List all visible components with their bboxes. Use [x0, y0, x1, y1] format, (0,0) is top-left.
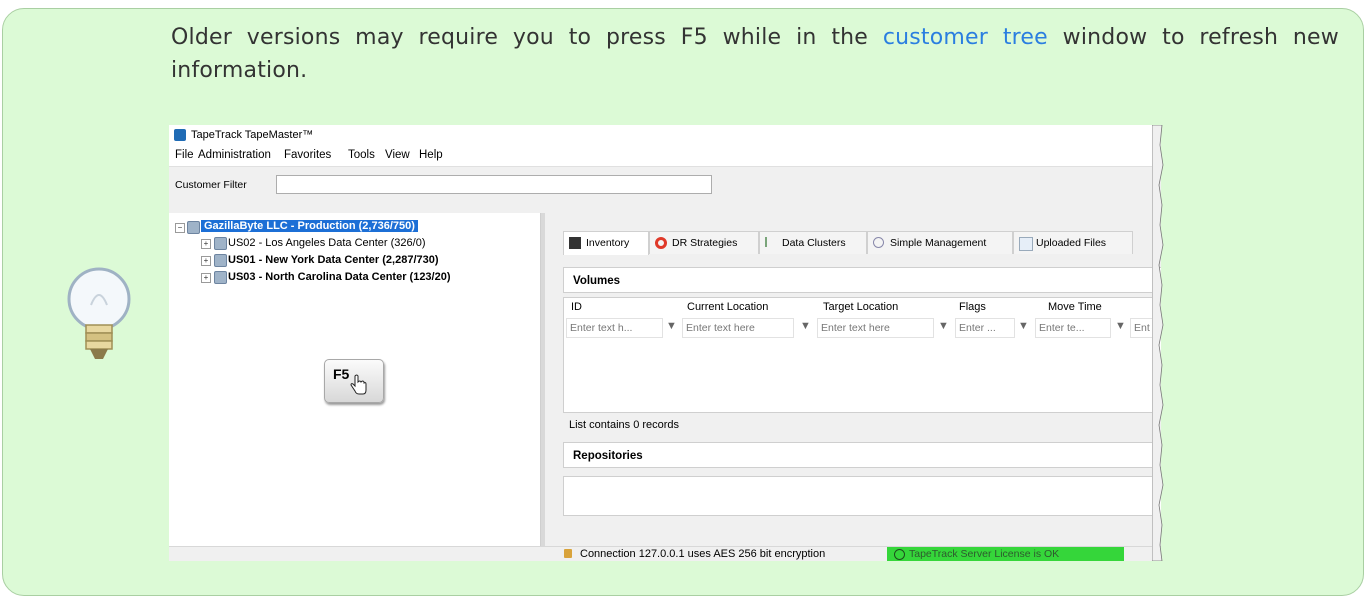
- tab-uploaded-files[interactable]: Uploaded Files: [1013, 231, 1133, 254]
- tab-simple-management[interactable]: Simple Management: [867, 231, 1013, 254]
- tab-data-clusters[interactable]: Data Clusters: [759, 231, 867, 254]
- menu-favorites[interactable]: Favorites: [284, 149, 331, 161]
- column-flags[interactable]: Flags: [959, 301, 986, 313]
- tab-dr-strategies[interactable]: DR Strategies: [649, 231, 759, 254]
- tree-collapse-toggle[interactable]: −: [175, 223, 185, 233]
- tab-label: Inventory: [586, 237, 630, 249]
- inventory-icon: [569, 237, 581, 249]
- lightbulb-icon: [67, 267, 131, 359]
- tab-inventory[interactable]: Inventory: [563, 231, 649, 255]
- app-icon: [174, 129, 186, 141]
- license-status-text: TapeTrack Server License is OK: [909, 548, 1060, 560]
- customer-filter-input[interactable]: [276, 175, 712, 194]
- customer-tree-link[interactable]: customer tree: [883, 25, 1048, 50]
- menu-file[interactable]: File: [175, 149, 194, 161]
- tab-label: Data Clusters: [782, 237, 846, 249]
- filter-funnel-icon[interactable]: ▼: [1018, 320, 1030, 334]
- tab-label: Simple Management: [890, 237, 987, 249]
- menu-administration[interactable]: Administration: [198, 149, 271, 161]
- volumes-header: Volumes: [563, 267, 1161, 293]
- file-icon: [1019, 237, 1033, 251]
- lock-icon: [564, 549, 572, 558]
- server-icon: [187, 221, 200, 234]
- customer-filter-bar: Customer Filter: [169, 166, 1161, 205]
- repositories-grid: [563, 476, 1161, 516]
- filter-funnel-icon[interactable]: ▼: [800, 320, 812, 334]
- column-move-time[interactable]: Move Time: [1048, 301, 1102, 313]
- datacenter-icon: [214, 237, 227, 250]
- tree-expand-toggle[interactable]: +: [201, 256, 211, 266]
- tab-label: Uploaded Files: [1036, 237, 1107, 249]
- detail-panel: Inventory DR Strategies Data Clusters Si…: [541, 213, 1161, 546]
- datacenter-icon: [214, 271, 227, 284]
- cluster-icon: [765, 237, 770, 247]
- filter-flags[interactable]: Enter ...: [955, 318, 1015, 338]
- customer-filter-label: Customer Filter: [175, 179, 247, 191]
- column-target-location[interactable]: Target Location: [823, 301, 898, 313]
- f5-key-label: F5: [333, 366, 350, 382]
- connection-status: Connection 127.0.0.1 uses AES 256 bit en…: [580, 548, 826, 560]
- window-title: TapeTrack TapeMaster™: [191, 129, 314, 141]
- filter-funnel-icon[interactable]: ▼: [938, 320, 950, 334]
- management-icon: [873, 237, 884, 248]
- repositories-header: Repositories: [563, 442, 1161, 468]
- customer-tree: − GazillaByte LLC - Production (2,736/75…: [169, 213, 541, 546]
- filter-funnel-icon[interactable]: ▼: [1115, 320, 1127, 334]
- tree-node-label: US02 - Los Angeles Data Center (326/0): [228, 237, 426, 249]
- tab-strip: Inventory DR Strategies Data Clusters Si…: [563, 231, 1161, 255]
- tree-root-label: GazillaByte LLC - Production (2,736/750): [201, 220, 418, 232]
- datacenter-icon: [214, 254, 227, 267]
- filter-id[interactable]: Enter text h...: [566, 318, 663, 338]
- torn-edge: [1152, 125, 1164, 561]
- record-count: List contains 0 records: [569, 419, 680, 431]
- license-status: TapeTrack Server License is OK: [887, 547, 1124, 561]
- app-screenshot: TapeTrack TapeMaster™ File Administratio…: [169, 125, 1161, 561]
- tree-node-label: US03 - North Carolina Data Center (123/2…: [228, 271, 451, 283]
- menu-help[interactable]: Help: [419, 149, 443, 161]
- play-icon: [894, 549, 905, 560]
- tree-expand-toggle[interactable]: +: [201, 239, 211, 249]
- volumes-grid: ID Current Location Target Location Flag…: [563, 297, 1161, 413]
- lifebuoy-icon: [655, 237, 667, 249]
- status-bar: Connection 127.0.0.1 uses AES 256 bit en…: [169, 546, 1161, 561]
- filter-move-time[interactable]: Enter te...: [1035, 318, 1111, 338]
- tip-text-start: Older versions may require you to press …: [171, 25, 883, 50]
- title-bar: TapeTrack TapeMaster™: [169, 125, 1161, 146]
- menu-tools[interactable]: Tools: [348, 149, 375, 161]
- hand-cursor-icon: [350, 374, 367, 395]
- column-id[interactable]: ID: [571, 301, 582, 313]
- tree-node-label: US01 - New York Data Center (2,287/730): [228, 254, 439, 266]
- tree-expand-toggle[interactable]: +: [201, 273, 211, 283]
- menu-bar: File Administration Favorites Tools View…: [169, 146, 1161, 166]
- tab-label: DR Strategies: [672, 237, 738, 249]
- tip-text: Older versions may require you to press …: [171, 21, 1339, 87]
- filter-target-location[interactable]: Enter text here: [817, 318, 934, 338]
- menu-view[interactable]: View: [385, 149, 410, 161]
- f5-key-graphic: F5: [324, 359, 384, 403]
- column-current-location[interactable]: Current Location: [687, 301, 768, 313]
- filter-current-location[interactable]: Enter text here: [682, 318, 794, 338]
- filter-funnel-icon[interactable]: ▼: [666, 320, 678, 334]
